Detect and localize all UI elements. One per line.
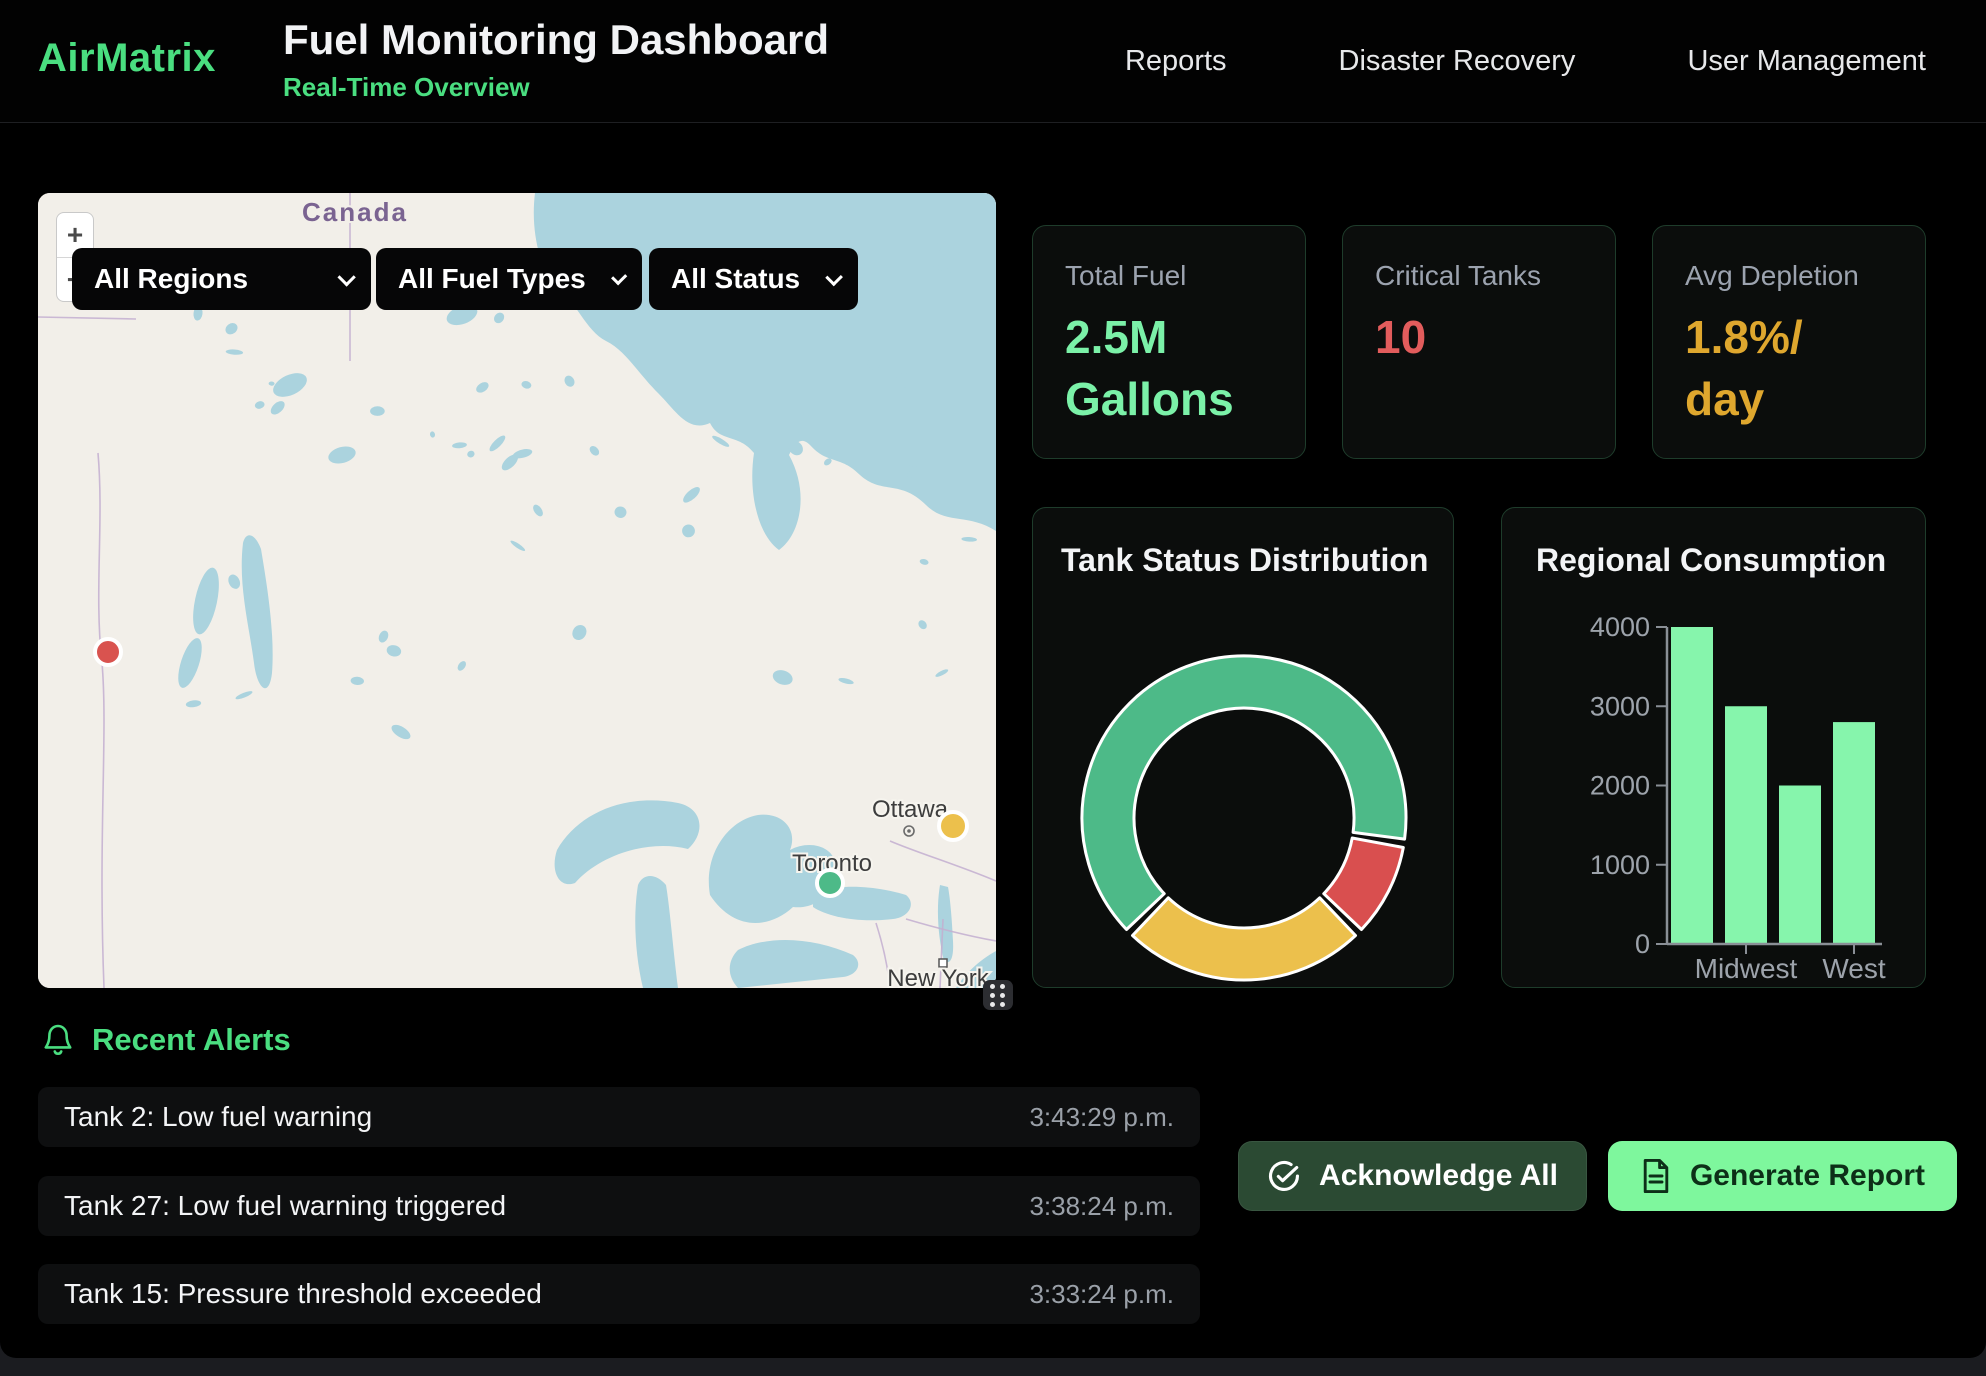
normal-tank-marker[interactable] (817, 870, 843, 896)
chevron-down-icon (337, 268, 355, 286)
x-axis-tick-label: West (1822, 953, 1885, 984)
status-filter-value: All Status (671, 263, 800, 295)
nav-item-user-management[interactable]: User Management (1687, 45, 1926, 78)
chevron-down-icon (611, 269, 627, 285)
y-axis-tick-label: 0 (1635, 929, 1650, 959)
regional-consumption-bar-chart: 0 1000 2000 3000 4000 Midwest West (1502, 508, 1926, 988)
bar-region-3 (1779, 786, 1821, 945)
stat-card-avg-depletion: Avg Depletion 1.8%/day (1652, 225, 1926, 459)
donut-chart-title: Tank Status Distribution (1061, 542, 1428, 579)
acknowledge-all-button[interactable]: Acknowledge All (1238, 1141, 1587, 1211)
map-label-new-york: New York (887, 965, 989, 988)
y-axis-tick-label: 3000 (1590, 691, 1650, 721)
stats-row: Total Fuel 2.5MGallons Critical Tanks 10… (1032, 225, 1926, 459)
alerts-title: Recent Alerts (92, 1022, 291, 1058)
alert-time: 3:43:29 p.m. (1029, 1102, 1174, 1133)
generate-report-button[interactable]: Generate Report (1608, 1141, 1957, 1211)
generate-report-label: Generate Report (1690, 1159, 1925, 1193)
donut-segment-warning (1133, 898, 1356, 980)
alert-message: Tank 15: Pressure threshold exceeded (64, 1278, 542, 1310)
bar-region-1 (1671, 627, 1713, 944)
ottawa-town-icon-dot (907, 829, 911, 833)
chevron-down-icon (825, 268, 843, 286)
alert-row[interactable]: Tank 15: Pressure threshold exceeded 3:3… (38, 1264, 1200, 1324)
y-axis-tick-label: 4000 (1590, 612, 1650, 642)
page-title: Fuel Monitoring Dashboard (283, 16, 829, 64)
nav-item-disaster-recovery[interactable]: Disaster Recovery (1339, 45, 1576, 78)
stat-label: Critical Tanks (1375, 260, 1595, 292)
tank-status-distribution-card: Tank Status Distribution (1032, 507, 1454, 988)
map-label-ottawa: Ottawa (872, 796, 949, 823)
stat-value-critical-tanks: 10 (1375, 306, 1595, 368)
acknowledge-all-label: Acknowledge All (1319, 1159, 1558, 1193)
app-header: AirMatrix Fuel Monitoring Dashboard Real… (0, 0, 1986, 123)
stat-value-avg-depletion: 1.8%/day (1685, 306, 1905, 430)
y-axis-tick-label: 2000 (1590, 771, 1650, 801)
map-label-canada: Canada (302, 197, 408, 227)
regional-consumption-card: Regional Consumption 0 1000 2000 3000 4000 Mi… (1501, 507, 1926, 988)
alert-message: Tank 2: Low fuel warning (64, 1101, 372, 1133)
bar-west (1833, 722, 1875, 944)
alert-row[interactable]: Tank 2: Low fuel warning 3:43:29 p.m. (38, 1087, 1200, 1147)
fuel-type-filter-value: All Fuel Types (398, 263, 586, 295)
stat-label: Total Fuel (1065, 260, 1285, 292)
stat-value-total-fuel: 2.5MGallons (1065, 306, 1285, 430)
warning-tank-marker[interactable] (939, 812, 967, 840)
check-circle-icon (1267, 1159, 1301, 1193)
page-subtitle: Real-Time Overview (283, 72, 829, 103)
dashboard-app: AirMatrix Fuel Monitoring Dashboard Real… (0, 0, 1986, 1358)
brand-logo: AirMatrix (38, 36, 216, 81)
alert-message: Tank 27: Low fuel warning triggered (64, 1190, 506, 1222)
main-nav: Reports Disaster Recovery User Managemen… (1125, 0, 1926, 123)
region-filter-dropdown[interactable]: All Regions (72, 248, 371, 310)
window-background-strip (0, 1358, 1986, 1376)
alert-time: 3:38:24 p.m. (1029, 1191, 1174, 1222)
map[interactable]: Canada Ottawa Toronto New York + − All R… (38, 193, 996, 988)
status-filter-dropdown[interactable]: All Status (649, 248, 858, 310)
tank-status-donut-chart (1033, 508, 1454, 988)
title-block: Fuel Monitoring Dashboard Real-Time Over… (283, 16, 829, 103)
nav-item-reports[interactable]: Reports (1125, 45, 1227, 78)
bar-midwest (1725, 706, 1767, 944)
stat-card-total-fuel: Total Fuel 2.5MGallons (1032, 225, 1306, 459)
map-canvas: Canada Ottawa Toronto New York (38, 193, 996, 988)
document-icon (1640, 1158, 1672, 1194)
alert-row[interactable]: Tank 27: Low fuel warning triggered 3:38… (38, 1176, 1200, 1236)
alerts-header: Recent Alerts (42, 1022, 291, 1058)
bell-icon (42, 1022, 74, 1058)
alert-time: 3:33:24 p.m. (1029, 1279, 1174, 1310)
x-axis-tick-label: Midwest (1695, 953, 1798, 984)
y-axis-tick-label: 1000 (1590, 850, 1650, 880)
stat-label: Avg Depletion (1685, 260, 1905, 292)
bar-chart-title: Regional Consumption (1536, 542, 1886, 579)
map-resize-handle[interactable] (983, 980, 1013, 1010)
region-filter-value: All Regions (94, 263, 248, 295)
critical-tank-marker[interactable] (95, 639, 121, 665)
fuel-type-filter-dropdown[interactable]: All Fuel Types (376, 248, 642, 310)
stat-card-critical-tanks: Critical Tanks 10 (1342, 225, 1616, 459)
